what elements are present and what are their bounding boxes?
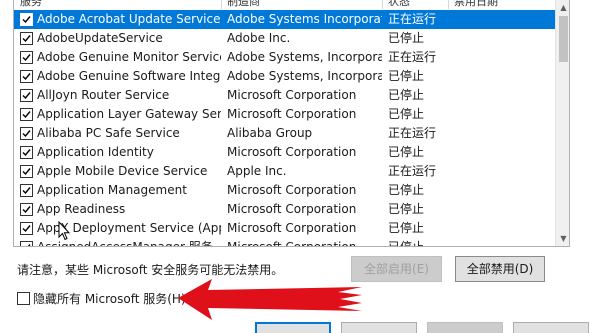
scrollbar-thumb[interactable] — [559, 16, 568, 62]
red-arrow-annotation-icon — [178, 279, 362, 320]
service-checkbox[interactable] — [20, 241, 33, 246]
service-status: 已停止 — [388, 145, 425, 159]
service-checkbox[interactable] — [20, 89, 33, 102]
service-row[interactable]: AllJoyn Router Service Microsoft Corporat… — [14, 86, 555, 105]
service-name: Application Layer Gateway Service — [37, 107, 221, 121]
checkmark-icon — [22, 187, 31, 195]
service-row[interactable]: Apple Mobile Device Service Apple Inc. 正在运… — [14, 162, 555, 181]
service-name: App Readiness — [37, 202, 126, 216]
checkmark-icon — [22, 35, 31, 43]
service-rows: Adobe Acrobat Update Service Adobe System… — [14, 10, 555, 247]
service-checkbox[interactable] — [20, 32, 33, 45]
hide-microsoft-services-checkbox[interactable] — [17, 292, 30, 305]
column-header-disabled-date[interactable]: 禁用日期 — [454, 0, 498, 9]
service-manufacturer: Microsoft Corporation — [227, 221, 357, 235]
service-manufacturer: Adobe Systems, Incorpora — [227, 69, 382, 83]
service-status: 已停止 — [388, 69, 425, 83]
bottom-button-2[interactable] — [341, 322, 417, 333]
service-manufacturer: Apple Inc. — [227, 164, 287, 178]
service-row[interactable]: AppX Deployment Service (AppX...Microsof… — [14, 219, 555, 238]
service-row[interactable]: Alibaba PC Safe Service Alibaba Group 正在运行 — [14, 124, 555, 143]
service-row[interactable]: AdobeUpdateService Adobe Inc. 已停止 — [14, 29, 555, 48]
service-checkbox[interactable] — [20, 108, 33, 121]
service-row[interactable]: Adobe Acrobat Update Service Adobe System… — [14, 10, 555, 29]
checkmark-icon — [27, 244, 31, 246]
checkmark-icon — [22, 111, 31, 119]
bottom-button-4[interactable] — [513, 322, 589, 333]
checkmark-icon — [22, 54, 31, 62]
service-status: 正在运行 — [388, 50, 437, 64]
service-name: AdobeUpdateService — [37, 31, 163, 45]
service-checkbox[interactable] — [20, 222, 33, 235]
service-name: Adobe Genuine Software Integrit... — [37, 69, 221, 83]
service-manufacturer: Alibaba Group — [227, 126, 313, 140]
service-manufacturer: Microsoft Corporation — [227, 145, 357, 159]
list-header: 服务 制造商 状态 禁用日期 — [14, 0, 554, 9]
service-manufacturer: Adobe Systems, Incorpora — [227, 50, 382, 64]
service-checkbox[interactable] — [20, 51, 33, 64]
service-checkbox[interactable] — [20, 146, 33, 159]
service-name: Alibaba PC Safe Service — [37, 126, 180, 140]
service-row[interactable]: Adobe Genuine Monitor Service Adobe Syste… — [14, 48, 555, 67]
service-checkbox[interactable] — [20, 184, 33, 197]
service-status: 正在运行 — [388, 12, 437, 26]
service-status: 已停止 — [388, 31, 425, 45]
service-row[interactable]: App Readiness Microsoft Corporation 已停止 — [14, 200, 555, 219]
service-checkbox[interactable] — [20, 203, 33, 216]
service-checkbox[interactable] — [20, 70, 33, 83]
checkmark-icon — [22, 168, 31, 176]
checkmark-icon — [22, 73, 31, 81]
service-name: Application Identity — [37, 145, 154, 159]
vertical-scrollbar[interactable]: ▲ ▼ — [555, 0, 569, 246]
service-status: 已停止 — [388, 88, 425, 102]
service-manufacturer: Microsoft Corporation — [227, 240, 357, 247]
service-manufacturer: Microsoft Corporation — [227, 107, 357, 121]
service-name: Adobe Genuine Monitor Service — [37, 50, 221, 64]
service-name: Apple Mobile Device Service — [37, 164, 208, 178]
service-name: Application Management — [37, 183, 187, 197]
service-status: 正在运行 — [388, 126, 437, 140]
checkmark-icon — [22, 149, 31, 157]
checkmark-icon — [22, 92, 31, 100]
mouse-cursor-icon — [58, 221, 70, 241]
column-header-service[interactable]: 服务 — [20, 0, 42, 9]
checkmark-icon — [22, 225, 31, 233]
column-header-manufacturer[interactable]: 制造商 — [227, 0, 260, 9]
disable-all-button[interactable]: 全部禁用(D) — [455, 256, 545, 282]
enable-all-button[interactable]: 全部启用(E) — [351, 256, 442, 282]
checkmark-icon — [22, 130, 31, 138]
service-status: 正在运行 — [388, 164, 437, 178]
service-status: 已停止 — [388, 202, 425, 216]
service-row[interactable]: AssignedAccessManager 服务 Microsoft Corpor… — [14, 238, 555, 247]
service-manufacturer: Microsoft Corporation — [227, 88, 357, 102]
service-name: Adobe Acrobat Update Service — [37, 12, 221, 26]
bottom-button-3[interactable] — [427, 322, 503, 333]
service-checkbox[interactable] — [20, 13, 33, 26]
service-manufacturer: Adobe Systems Incorporat — [227, 12, 382, 26]
column-header-status[interactable]: 状态 — [388, 0, 410, 9]
service-status: 已停止 — [388, 183, 425, 197]
service-row[interactable]: Adobe Genuine Software Integrit... Adobe … — [14, 67, 555, 86]
service-checkbox[interactable] — [20, 165, 33, 178]
scroll-up-icon[interactable]: ▲ — [556, 0, 569, 15]
service-row[interactable]: Application Identity Microsoft Corporatio… — [14, 143, 555, 162]
service-status: 已停止 — [388, 240, 425, 247]
service-manufacturer: Adobe Inc. — [227, 31, 291, 45]
security-note: 请注意，某些 Microsoft 安全服务可能无法禁用。 — [17, 263, 284, 277]
bottom-button-1[interactable] — [255, 322, 331, 333]
service-checkbox[interactable] — [20, 127, 33, 140]
service-row[interactable]: Application Layer Gateway Service Microso… — [14, 105, 555, 124]
service-row[interactable]: Application Management Microsoft Corporat… — [14, 181, 555, 200]
service-manufacturer: Microsoft Corporation — [227, 202, 357, 216]
service-manufacturer: Microsoft Corporation — [227, 183, 357, 197]
scroll-down-icon[interactable]: ▼ — [556, 231, 569, 246]
service-name: AllJoyn Router Service — [37, 88, 170, 102]
service-status: 已停止 — [388, 221, 425, 235]
checkmark-icon — [22, 206, 31, 214]
service-status: 已停止 — [388, 107, 425, 121]
services-list[interactable]: 服务 制造商 状态 禁用日期 Adobe Acrobat Update Serv… — [13, 0, 570, 247]
checkmark-icon — [22, 16, 31, 24]
hide-microsoft-services-label[interactable]: 隐藏所有 Microsoft 服务(H) — [33, 290, 186, 307]
